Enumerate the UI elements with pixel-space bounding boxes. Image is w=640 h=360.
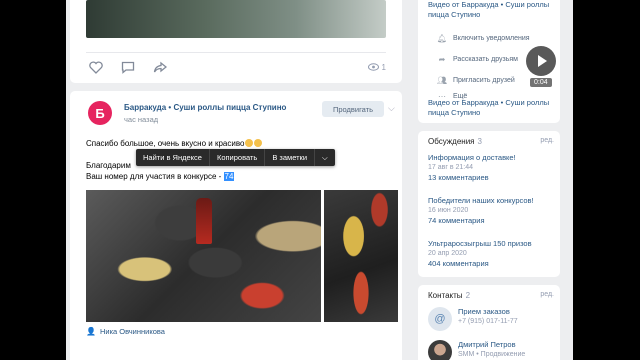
- post-actions: 1: [88, 58, 386, 76]
- contact-name[interactable]: Прием заказов: [458, 307, 518, 317]
- menu-item-to-notes[interactable]: В заметки: [265, 149, 316, 166]
- discussion-title[interactable]: Победители наших конкурсов!: [428, 196, 556, 206]
- contact-name[interactable]: Дмитрий Петров: [458, 340, 525, 350]
- discussions-header[interactable]: Обсуждения 3: [428, 137, 482, 146]
- contacts-header[interactable]: Контакты 2: [428, 291, 470, 300]
- add-user-icon: 👥︎: [436, 76, 448, 85]
- chevron-down-icon[interactable]: ⌵: [315, 149, 335, 166]
- eye-icon: [367, 63, 379, 71]
- video-title-top[interactable]: Видео от Барракуда • Суши роллы пицца Ст…: [428, 0, 560, 20]
- photo-author-name[interactable]: Ника Овчинникова: [100, 327, 165, 336]
- share-icon: ➦: [438, 55, 446, 64]
- video-widget: Видео от Барракуда • Суши роллы пицца Ст…: [418, 0, 560, 123]
- discussion-date: 17 авг в 21:44: [428, 164, 474, 171]
- discussions-count: 3: [477, 137, 482, 146]
- previous-post: 1: [70, 0, 402, 83]
- divider: [86, 52, 386, 53]
- bell-icon: 🔔︎: [436, 34, 448, 43]
- menu-item-search-yandex[interactable]: Найти в Яндексе: [136, 149, 210, 166]
- like-icon[interactable]: [88, 59, 104, 75]
- selection-context-menu: Найти в Яндексе Копировать В заметки ⌵: [136, 149, 335, 166]
- discussion-comments[interactable]: 13 комментариев: [428, 173, 556, 183]
- discussions-widget: Обсуждения 3 ред. Информация о доставке! …: [418, 131, 560, 277]
- food-photo-main[interactable]: [86, 190, 321, 322]
- post-text-line-2: Благодарим: [86, 161, 131, 170]
- menu-item-invite[interactable]: 👥︎ Пригласить друзей: [436, 70, 542, 91]
- discussion-title[interactable]: Ультраросзыгрыш 150 призов: [428, 239, 556, 249]
- discussion-comments[interactable]: 74 комментария: [428, 216, 556, 226]
- post-image[interactable]: [86, 0, 386, 38]
- heart-eyes-emoji-icon: [245, 139, 254, 147]
- post: Б Барракуда • Суши роллы пицца Ступино ч…: [70, 91, 402, 360]
- promote-button[interactable]: Продвигать: [322, 101, 384, 117]
- video-title-bottom[interactable]: Видео от Барракуда • Суши роллы пицца Ст…: [428, 98, 560, 118]
- post-text-line-1: Спасибо большое, очень вкусно и красиво: [86, 139, 263, 148]
- discussions-edit-link[interactable]: ред.: [540, 137, 554, 144]
- discussion-date: 16 июн 2020: [428, 207, 469, 214]
- photo-author[interactable]: 👤 Ника Овчинникова: [86, 327, 165, 336]
- post-author[interactable]: Барракуда • Суши роллы пицца Ступино: [124, 103, 286, 112]
- group-avatar[interactable]: Б: [88, 101, 112, 125]
- contact-info: SMM • Продвижение: [458, 351, 526, 358]
- vk-feed-frame: 1 Б Барракуда • Суши роллы пицца Ступино…: [66, 0, 573, 360]
- discussions-title: Обсуждения: [428, 137, 475, 146]
- person-icon: 👤: [86, 327, 96, 336]
- discussion-item: Ультраросзыгрыш 150 призов 20 апр 2020 4…: [428, 239, 556, 269]
- contacts-widget: Контакты 2 ред. @ Прием заказов +7 (915) …: [418, 285, 560, 360]
- menu-item-notifications[interactable]: 🔔︎ Включить уведомления: [436, 28, 542, 49]
- contact-item[interactable]: @ Прием заказов +7 (915) 017-11-77: [428, 307, 518, 331]
- discussion-item: Победители наших конкурсов! 16 июн 2020 …: [428, 196, 556, 226]
- share-icon[interactable]: [152, 59, 168, 75]
- video-duration: 0:04: [530, 78, 552, 87]
- discussion-item: Информация о доставке! 17 авг в 21:44 13…: [428, 153, 556, 183]
- post-photos: [86, 190, 398, 322]
- views-counter: 1: [367, 62, 386, 72]
- menu-item-copy[interactable]: Копировать: [210, 149, 266, 166]
- comment-icon[interactable]: [120, 59, 136, 75]
- food-photo-side[interactable]: [324, 190, 398, 322]
- at-sign-icon: @: [428, 307, 452, 331]
- contact-info: +7 (915) 017-11-77: [458, 318, 518, 325]
- menu-label: Включить уведомления: [453, 35, 530, 42]
- post-text: Спасибо большое, очень вкусно и красиво: [86, 139, 245, 148]
- discussion-date: 20 апр 2020: [428, 250, 467, 257]
- discussion-comments[interactable]: 404 комментария: [428, 259, 556, 269]
- avatar: [428, 340, 452, 360]
- contacts-count: 2: [465, 291, 471, 300]
- post-text-line-3: Ваш номер для участия в конкурсе - 74: [86, 172, 235, 181]
- contact-item[interactable]: Дмитрий Петров SMM • Продвижение: [428, 340, 525, 360]
- play-icon[interactable]: [526, 46, 556, 76]
- contest-text: Ваш номер для участия в конкурсе -: [86, 172, 224, 181]
- post-time[interactable]: час назад: [124, 115, 158, 124]
- smile-emoji-icon: [254, 139, 263, 147]
- contacts-edit-link[interactable]: ред.: [540, 291, 554, 298]
- chevron-down-icon[interactable]: ⌵: [388, 103, 395, 114]
- views-count: 1: [381, 62, 386, 72]
- discussion-title[interactable]: Информация о доставке!: [428, 153, 556, 163]
- soda-bottle: [196, 198, 212, 244]
- menu-label: Рассказать друзьям: [453, 56, 518, 63]
- selected-number[interactable]: 74: [223, 172, 235, 181]
- menu-label: Пригласить друзей: [453, 77, 515, 84]
- contacts-title: Контакты: [428, 291, 463, 300]
